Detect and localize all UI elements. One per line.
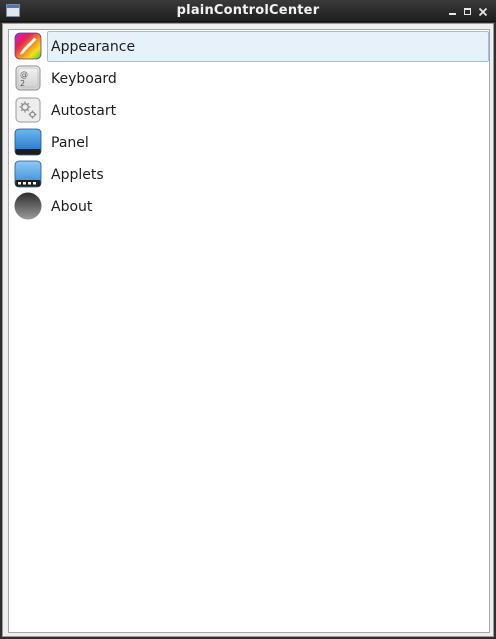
list-item-label: Keyboard [51,71,117,87]
autostart-icon [15,97,41,123]
about-icon [14,192,42,220]
appearance-icon [14,32,42,60]
maximize-icon [464,8,471,15]
list-item-appearance[interactable]: Appearance [9,30,489,62]
minimize-icon [449,13,456,15]
app-window: plainControlCenter Appearance @ 2 Keyboa… [0,0,496,639]
applets-icon [14,160,42,188]
list-item-keyboard[interactable]: @ 2 Keyboard [9,62,489,94]
svg-text:@: @ [20,70,28,79]
list-item-autostart[interactable]: Autostart [9,94,489,126]
svg-text:2: 2 [20,79,25,88]
keyboard-icon: @ 2 [15,65,41,91]
window-content: Appearance @ 2 Keyboard Autostart Panel … [2,23,494,637]
list-item-applets[interactable]: Applets [9,158,489,190]
minimize-button[interactable] [447,4,459,18]
appearance-label-box[interactable]: Appearance [47,31,489,62]
keyboard-label-box[interactable]: Keyboard [47,63,489,94]
list-item-label: Panel [51,135,89,151]
panel-icon [14,128,42,156]
list-item-label: Appearance [51,39,136,55]
list-item-label: Autostart [51,103,117,119]
list-item-panel[interactable]: Panel [9,126,489,158]
category-list[interactable]: Appearance @ 2 Keyboard Autostart Panel … [8,29,490,633]
about-label-box[interactable]: About [47,191,489,222]
applets-label-box[interactable]: Applets [47,159,489,190]
list-item-label: About [51,199,93,215]
close-button[interactable] [477,4,489,18]
title-bar[interactable]: plainControlCenter [0,0,496,22]
panel-label-box[interactable]: Panel [47,127,489,158]
close-icon [478,7,488,17]
list-item-label: Applets [51,167,104,183]
maximize-button[interactable] [462,4,474,18]
autostart-label-box[interactable]: Autostart [47,95,489,126]
window-title: plainControlCenter [176,3,320,18]
list-item-about[interactable]: About [9,190,489,222]
